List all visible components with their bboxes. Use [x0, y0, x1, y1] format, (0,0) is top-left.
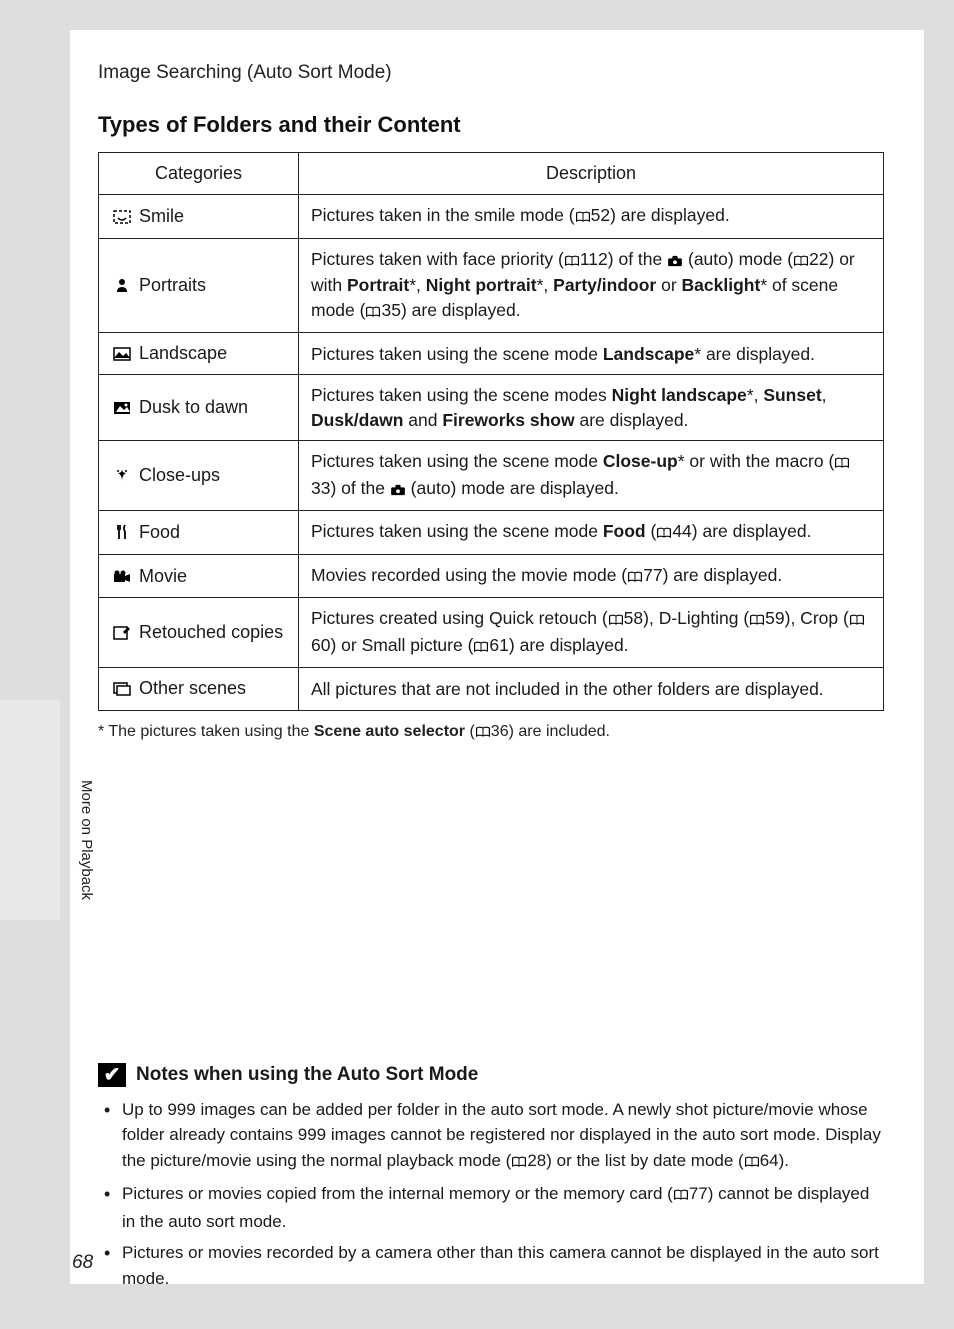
page-ref-icon — [744, 1150, 760, 1176]
category-label: Close-ups — [139, 465, 220, 485]
folders-table: Categories Description Smile Pictures ta… — [98, 152, 884, 711]
page-ref-icon — [849, 608, 865, 633]
header-categories: Categories — [99, 153, 299, 195]
page-ref-icon — [564, 249, 580, 274]
dusk-icon — [111, 395, 133, 420]
notes-title: ✔ Notes when using the Auto Sort Mode — [98, 1063, 884, 1087]
smile-icon — [111, 204, 133, 229]
table-row: Food Pictures taken using the scene mode… — [99, 511, 884, 555]
side-section-label: More on Playback — [78, 780, 95, 900]
category-label: Retouched copies — [139, 622, 283, 642]
check-badge-icon: ✔ — [98, 1063, 126, 1087]
footnote: * The pictures taken using the Scene aut… — [98, 723, 884, 743]
page-ref-icon — [475, 725, 491, 743]
camera-icon — [390, 478, 406, 503]
table-row: Portraits Pictures taken with face prior… — [99, 238, 884, 333]
page-ref-icon — [575, 205, 591, 230]
category-label: Landscape — [139, 343, 227, 363]
page-ref-icon — [673, 1183, 689, 1209]
side-margin-tab — [0, 700, 60, 920]
breadcrumb: Image Searching (Auto Sort Mode) — [98, 62, 884, 84]
description-cell: Pictures taken using the scene mode Food… — [299, 511, 884, 555]
category-label: Other scenes — [139, 678, 246, 698]
header-description: Description — [299, 153, 884, 195]
category-label: Portraits — [139, 275, 206, 295]
page-ref-icon — [627, 565, 643, 590]
other-scenes-icon — [111, 676, 133, 701]
camera-icon — [667, 249, 683, 274]
table-row: Close-ups Pictures taken using the scene… — [99, 441, 884, 511]
category-label: Smile — [139, 206, 184, 226]
table-row: Smile Pictures taken in the smile mode (… — [99, 195, 884, 239]
note-item: Pictures or movies copied from the inter… — [104, 1181, 884, 1234]
table-row: Landscape Pictures taken using the scene… — [99, 333, 884, 375]
page-ref-icon — [365, 300, 381, 325]
table-row: Other scenes All pictures that are not i… — [99, 668, 884, 710]
page-ref-icon — [749, 608, 765, 633]
page-ref-icon — [511, 1150, 527, 1176]
note-item: Up to 999 images can be added per folder… — [104, 1097, 884, 1176]
page-ref-icon — [608, 608, 624, 633]
category-label: Food — [139, 522, 180, 542]
note-item: Pictures or movies recorded by a camera … — [104, 1240, 884, 1291]
page-ref-icon — [656, 521, 672, 546]
table-row: Movie Movies recorded using the movie mo… — [99, 554, 884, 598]
food-icon — [111, 520, 133, 545]
table-row: Retouched copies Pictures created using … — [99, 598, 884, 668]
portrait-icon — [111, 273, 133, 298]
retouch-icon — [111, 620, 133, 645]
description-cell: Pictures taken with face priority (112) … — [299, 238, 884, 333]
page-ref-icon — [473, 635, 489, 660]
movie-icon — [111, 564, 133, 589]
landscape-icon — [111, 341, 133, 366]
category-label: Movie — [139, 566, 187, 586]
description-cell: All pictures that are not included in th… — [299, 668, 884, 710]
closeup-icon — [111, 463, 133, 488]
page-ref-icon — [793, 249, 809, 274]
table-row: Dusk to dawn Pictures taken using the sc… — [99, 375, 884, 441]
description-cell: Movies recorded using the movie mode (77… — [299, 554, 884, 598]
description-cell: Pictures created using Quick retouch (58… — [299, 598, 884, 668]
description-cell: Pictures taken using the scene mode Clos… — [299, 441, 884, 511]
page-number: 68 — [72, 1252, 93, 1274]
description-cell: Pictures taken in the smile mode (52) ar… — [299, 195, 884, 239]
page-sheet: Image Searching (Auto Sort Mode) Types o… — [70, 30, 924, 1284]
category-label: Dusk to dawn — [139, 397, 248, 417]
description-cell: Pictures taken using the scene mode Land… — [299, 333, 884, 375]
page-ref-icon — [834, 451, 850, 476]
description-cell: Pictures taken using the scene modes Nig… — [299, 375, 884, 441]
notes-block: ✔ Notes when using the Auto Sort Mode Up… — [98, 1063, 884, 1292]
section-title: Types of Folders and their Content — [98, 112, 884, 138]
